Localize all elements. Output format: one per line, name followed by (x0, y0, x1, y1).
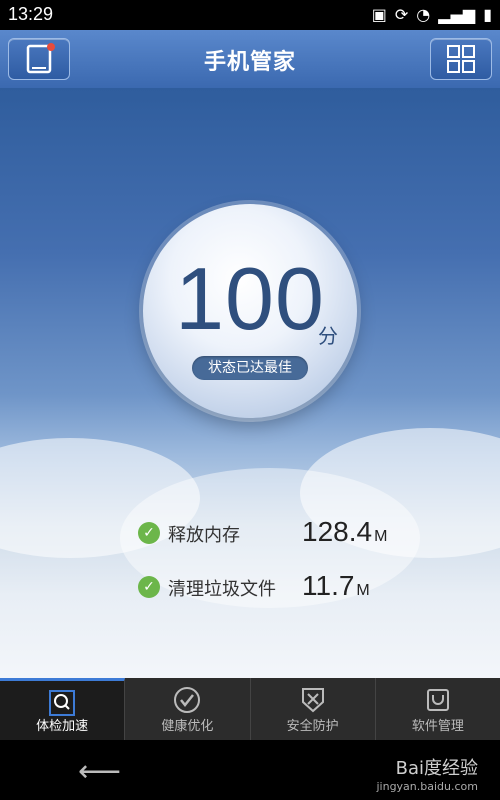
tab-security[interactable]: 安全防护 (251, 678, 376, 740)
wifi-icon: ◔ (416, 5, 431, 24)
system-nav-bar: ⟵ Bai度经验 jingyan.baidu.com (0, 740, 500, 800)
watermark: Bai度经验 jingyan.baidu.com (376, 758, 478, 793)
tab-label: 健康优化 (161, 719, 214, 734)
check-circle-icon (174, 687, 201, 713)
status-badge: 状态已达最佳 (192, 356, 308, 380)
tab-label: 软件管理 (411, 719, 464, 734)
grid-menu-button[interactable] (430, 38, 492, 80)
stat-row-memory: ✓ 释放内存 128.4 M (138, 516, 438, 552)
tab-checkup[interactable]: 体检加速 (0, 678, 126, 740)
score-value: 100 (175, 249, 325, 348)
status-bar: 13:29 ▣ ⟳ ◔ ▂▄▆ ▮ (0, 0, 500, 30)
tab-label: 体检加速 (36, 719, 89, 734)
status-time: 13:29 (8, 4, 54, 24)
stat-label: 清理垃圾文件 (168, 579, 276, 600)
app-header: 手机管家 (0, 30, 500, 89)
tab-label: 安全防护 (286, 719, 339, 734)
check-icon: ✓ (138, 576, 160, 598)
stat-value: 128.4 M (302, 516, 388, 547)
link-icon: ▣ (371, 5, 387, 24)
back-arrow-icon[interactable]: ⟵ (78, 754, 121, 789)
page-title: 手机管家 (203, 50, 296, 75)
sync-icon: ⟳ (394, 5, 409, 24)
shield-x-icon (301, 688, 324, 713)
magnifier-icon (49, 690, 76, 716)
score-orb[interactable]: 100 分 状态已达最佳 (143, 204, 357, 418)
tab-optimize[interactable]: 健康优化 (125, 678, 251, 740)
score-unit: 分 (318, 326, 338, 348)
score-display: 100 分 (143, 248, 357, 350)
bag-icon (426, 689, 449, 711)
stat-label: 释放内存 (168, 525, 240, 546)
main-panel: 100 分 状态已达最佳 ✓ 释放内存 128.4 M ✓ 清理垃圾文件 11.7… (0, 88, 500, 678)
check-icon: ✓ (138, 522, 160, 544)
bottom-tab-bar: 体检加速 健康优化 安全防护 软件管理 (0, 678, 500, 740)
tab-apps[interactable]: 软件管理 (376, 678, 500, 740)
signal-icon: ▂▄▆ (438, 5, 476, 24)
stat-value: 11.7 M (302, 570, 370, 601)
grid-icon (447, 45, 475, 73)
status-icons: ▣ ⟳ ◔ ▂▄▆ ▮ (372, 6, 492, 24)
battery-icon: ▮ (483, 5, 492, 24)
stat-row-junk: ✓ 清理垃圾文件 11.7 M (138, 570, 438, 606)
